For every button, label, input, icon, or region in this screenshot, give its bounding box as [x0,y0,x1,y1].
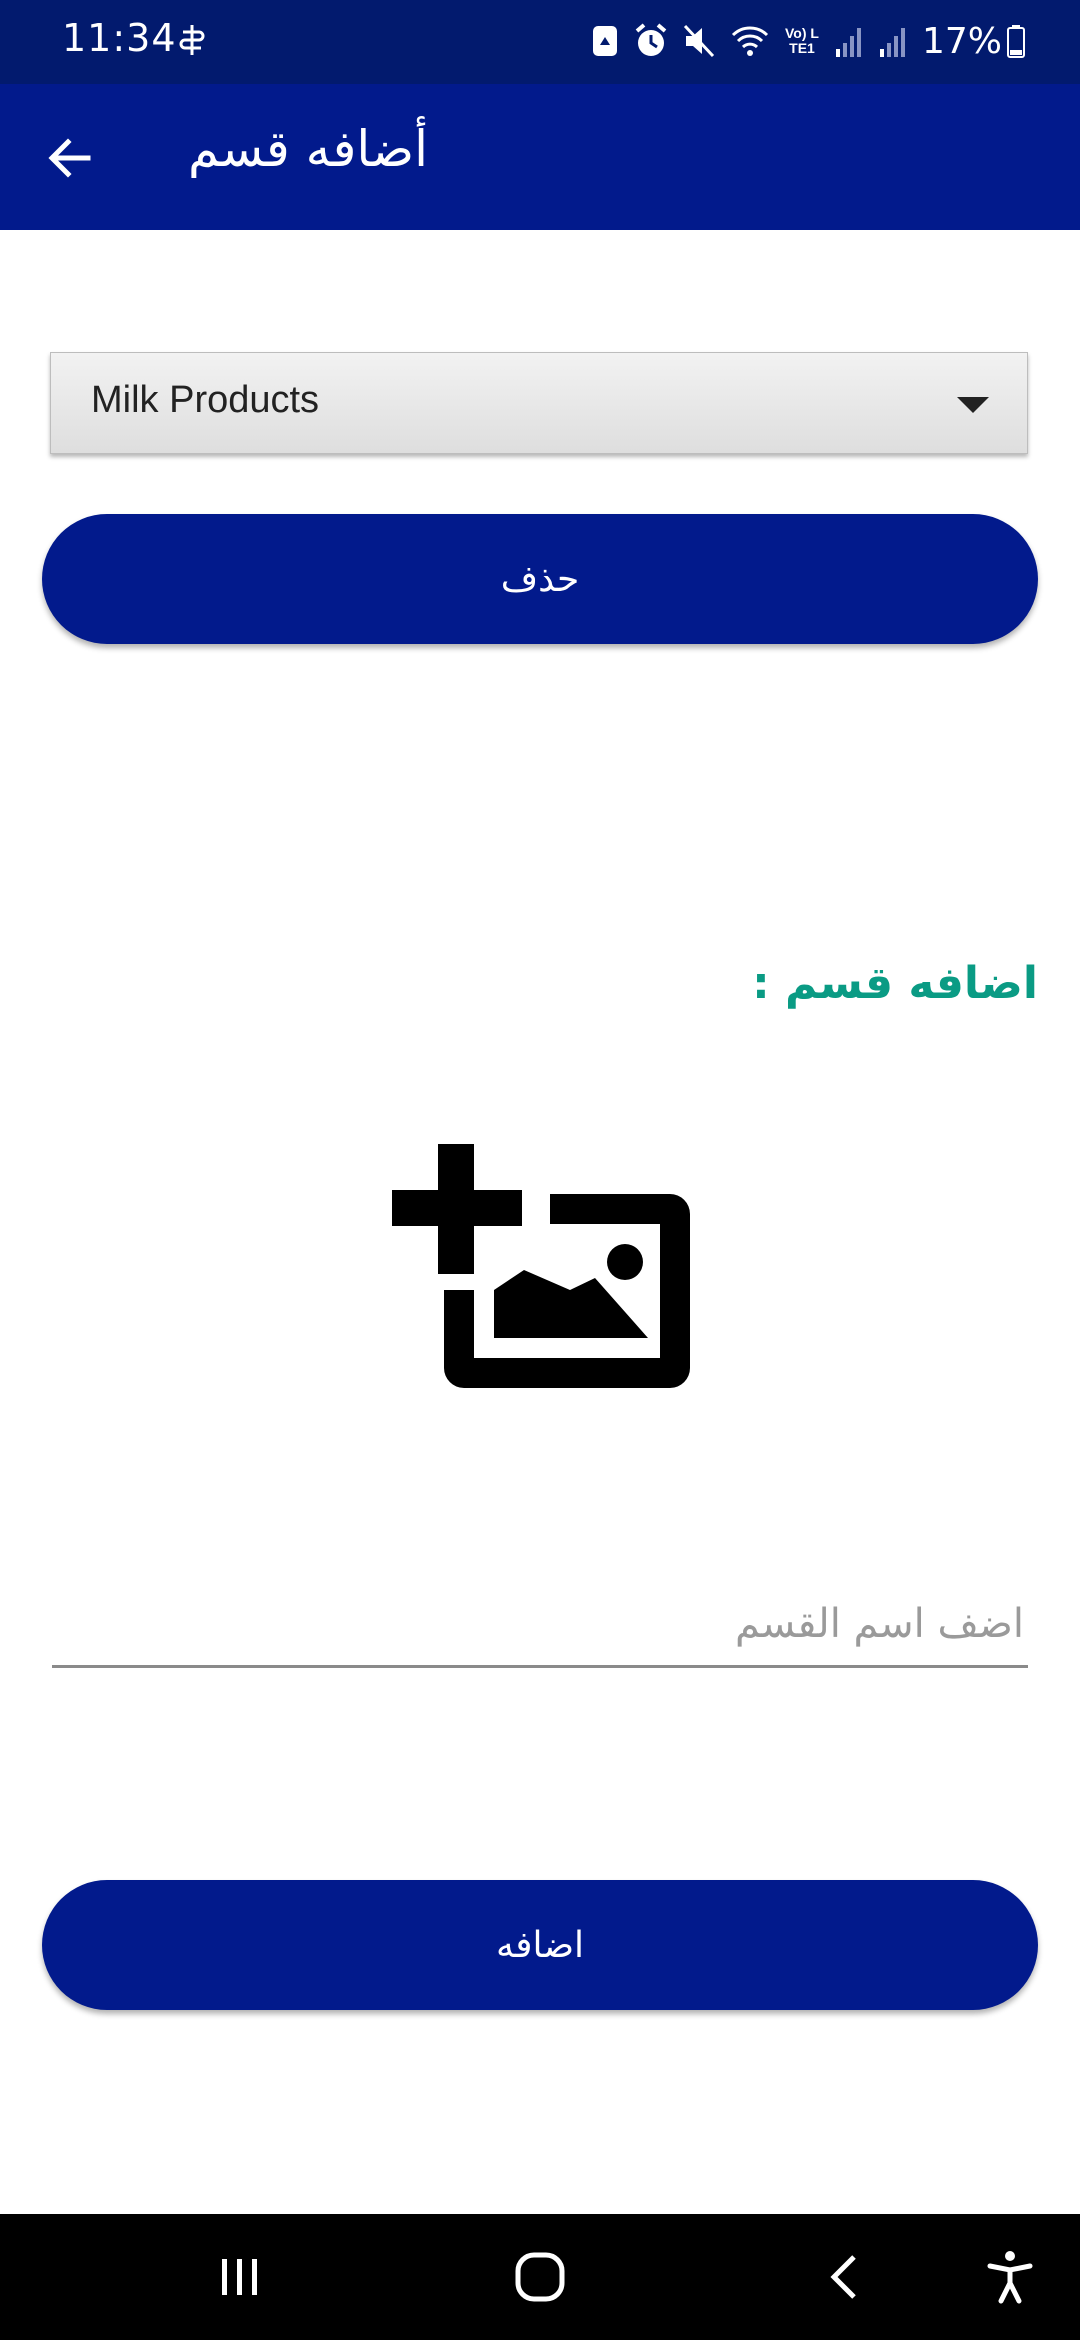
add-button[interactable]: اضافه [42,1880,1038,2010]
alarm-icon [635,23,667,56]
delete-button[interactable]: حذف [42,514,1038,644]
volte-icon: Vo) LTE1 [785,25,819,56]
wifi-icon [731,26,769,56]
back-button[interactable] [784,2214,904,2340]
status-time: 11:34 [62,16,177,60]
recent-apps-icon [222,2259,257,2295]
accessibility-icon [987,2251,1033,2304]
page-title: أضافه قسم [188,120,428,178]
add-section-label: اضافه قسم : [752,958,1038,1009]
add-photo-icon[interactable] [390,1140,692,1392]
app-bar: أضافه قسم [0,84,1080,230]
recent-apps-button[interactable] [180,2214,300,2340]
battery-icon [1007,25,1025,58]
screen: 11:34 Vo) LTE1 17% أضافه قسم Milk Produc… [0,0,1080,2340]
caret-down-icon [957,397,989,413]
battery-percent: 17% [921,20,1002,62]
delete-button-label: حذف [500,558,580,600]
signal-icon [879,28,905,57]
back-icon [830,2255,856,2299]
mute-icon [683,24,715,58]
sim-icon [179,25,205,55]
status-icons: Vo) LTE1 17% [576,16,1026,66]
accessibility-button[interactable] [950,2214,1070,2340]
signal-icon [835,28,861,57]
arrow-left-icon[interactable] [40,128,100,188]
status-bar: 11:34 Vo) LTE1 17% [0,0,1080,84]
category-dropdown[interactable]: Milk Products [50,352,1028,454]
recycle-icon [592,26,617,56]
dropdown-selected-value: Milk Products [91,379,320,421]
add-button-label: اضافه [495,1924,585,1966]
home-button[interactable] [480,2214,600,2340]
navigation-bar [0,2214,1080,2340]
section-name-input[interactable] [52,1582,1028,1668]
home-icon [515,2252,565,2302]
